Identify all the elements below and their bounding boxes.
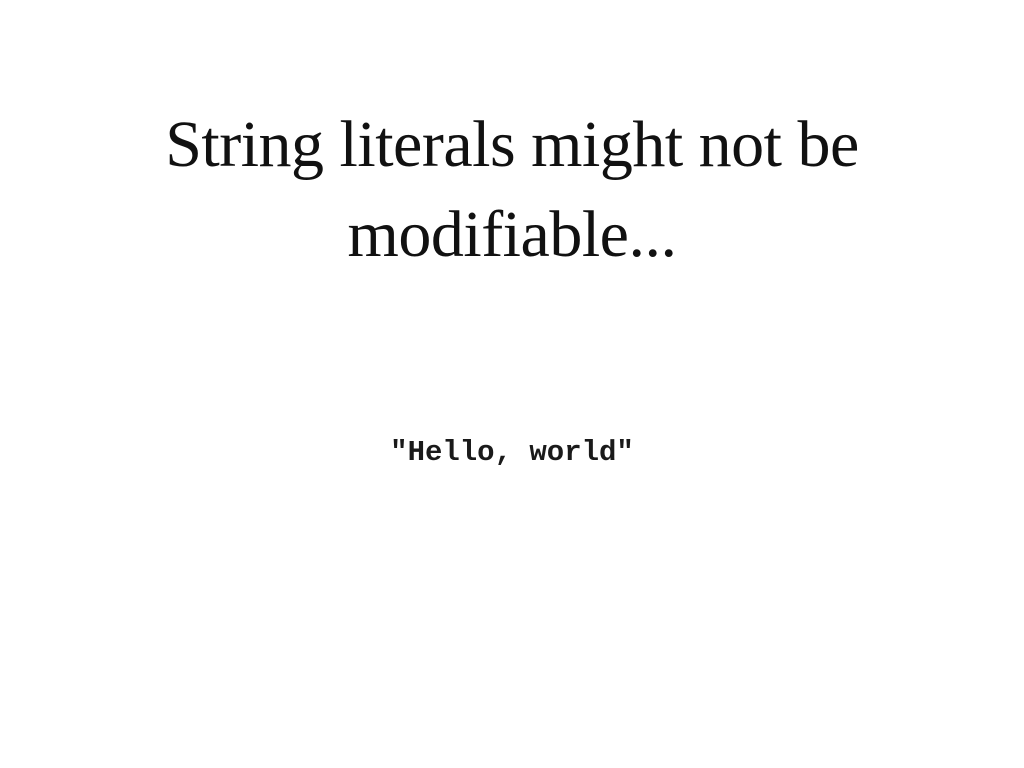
slide-title: String literals might not be modifiable.… bbox=[165, 108, 859, 271]
slide: String literals might not be modifiable.… bbox=[0, 0, 1024, 768]
code-snippet: "Hello, world" bbox=[390, 436, 634, 469]
